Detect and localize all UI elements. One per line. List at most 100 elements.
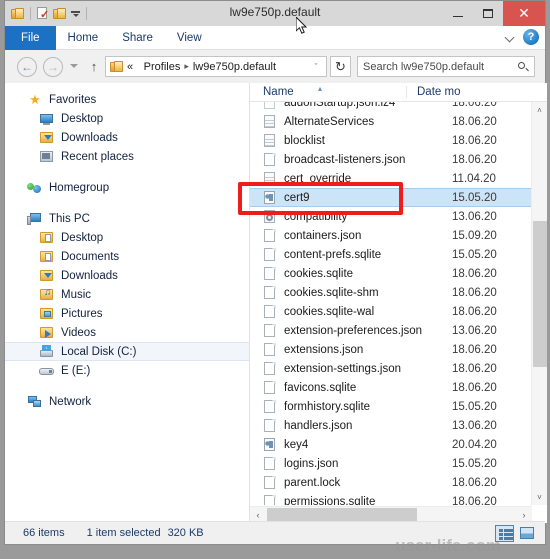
refresh-button[interactable]: ↻ <box>330 56 351 77</box>
table-row[interactable]: cookies.sqlite-wal 18.06.20 <box>250 302 531 321</box>
table-row-selected[interactable]: cert9 15.05.20 <box>250 188 531 207</box>
blank-file-icon <box>263 361 277 376</box>
sidebar-item-this-pc[interactable]: This PC <box>5 209 249 228</box>
table-row[interactable]: content-prefs.sqlite 15.05.20 <box>250 245 531 264</box>
breadcrumb-dropdown-icon[interactable]: ˇ <box>309 62 323 72</box>
tab-file[interactable]: File <box>5 26 56 50</box>
sidebar-item-network[interactable]: Network <box>5 392 249 411</box>
properties-icon[interactable]: ✓ <box>36 7 50 21</box>
address-bar[interactable]: « Profiles ▸ lw9e750p.default ˇ <box>105 56 327 77</box>
navigation-bar: ← → ↑ « Profiles ▸ lw9e750p.default ˇ ↻ … <box>5 50 545 83</box>
details-view-button[interactable] <box>495 525 514 542</box>
table-row[interactable]: permissions.sqlite 18.06.20 <box>250 492 531 505</box>
search-input[interactable]: Search lw9e750p.default <box>363 61 517 73</box>
table-row[interactable]: blocklist 18.06.20 <box>250 131 531 150</box>
blank-file-icon <box>263 304 277 319</box>
scroll-up-icon[interactable]: ˄ <box>532 102 547 118</box>
file-date: 18.06.20 <box>452 343 497 356</box>
file-date: 18.06.20 <box>452 102 497 109</box>
close-button[interactable]: ✕ <box>503 1 545 26</box>
column-header-date-modified[interactable]: Date mo <box>406 86 547 98</box>
tab-view[interactable]: View <box>165 26 214 50</box>
table-row[interactable]: broadcast-listeners.json 18.06.20 <box>250 150 531 169</box>
file-date: 15.05.20 <box>452 457 497 470</box>
sidebar-item-pictures[interactable]: Pictures <box>5 304 249 323</box>
file-name: cookies.sqlite-wal <box>284 305 375 318</box>
table-row[interactable]: extensions.json 18.06.20 <box>250 340 531 359</box>
minimize-button[interactable] <box>443 1 473 26</box>
sidebar-item-local-disk-c[interactable]: Local Disk (C:) <box>5 342 249 361</box>
table-row[interactable]: extension-preferences.json 13.06.20 <box>250 321 531 340</box>
file-name: cert9 <box>284 191 310 204</box>
table-row[interactable]: parent.lock 18.06.20 <box>250 473 531 492</box>
table-row[interactable]: favicons.sqlite 18.06.20 <box>250 378 531 397</box>
customize-quick-access-icon[interactable] <box>70 8 81 19</box>
file-explorer-window: ✓ lw9e750p.default ✕ File Home Share Vie… <box>4 0 547 545</box>
sidebar-label-desktop-fav: Desktop <box>61 112 104 125</box>
table-row[interactable]: formhistory.sqlite 15.05.20 <box>250 397 531 416</box>
sidebar-item-downloads-fav[interactable]: Downloads <box>5 128 249 147</box>
sidebar-item-recent-places[interactable]: Recent places <box>5 147 249 166</box>
column-header-date-label: Date mo <box>417 86 461 98</box>
details-view-glyph-d <box>504 533 513 536</box>
details-view-glyph-b <box>504 529 513 532</box>
blank-file-icon <box>263 380 277 395</box>
horizontal-scrollbar-thumb[interactable] <box>267 508 417 522</box>
recent-locations-icon[interactable] <box>69 62 79 72</box>
file-name: extensions.json <box>284 343 364 356</box>
table-row[interactable]: addonStartup.json.lz4 18.06.20 <box>250 102 531 112</box>
file-name: extension-settings.json <box>284 362 401 375</box>
vertical-scrollbar-thumb[interactable] <box>533 221 547 367</box>
table-row[interactable]: key4 20.04.20 <box>250 435 531 454</box>
sidebar-item-homegroup[interactable]: Homegroup <box>5 178 249 197</box>
refresh-icon: ↻ <box>335 58 346 74</box>
table-row[interactable]: extension-settings.json 18.06.20 <box>250 359 531 378</box>
file-name: broadcast-listeners.json <box>284 153 406 166</box>
breadcrumb-item-current[interactable]: lw9e750p.default <box>193 61 276 73</box>
large-icons-view-button[interactable] <box>518 525 537 542</box>
up-button[interactable]: ↑ <box>87 59 101 74</box>
tab-home[interactable]: Home <box>56 26 111 50</box>
tab-share[interactable]: Share <box>110 26 165 50</box>
table-row[interactable]: compatibility 13.06.20 <box>250 207 531 226</box>
sidebar-item-desktop-fav[interactable]: Desktop <box>5 109 249 128</box>
table-row[interactable]: handlers.json 13.06.20 <box>250 416 531 435</box>
help-icon[interactable]: ? <box>523 29 539 45</box>
documents-folder-icon <box>39 250 55 264</box>
column-header-name[interactable]: Name ▴ <box>250 84 406 98</box>
table-row[interactable]: AlternateServices 18.06.20 <box>250 112 531 131</box>
sidebar-item-favorites[interactable]: ★ Favorites <box>5 90 249 109</box>
file-name: compatibility <box>284 210 348 223</box>
sidebar-item-drive-e[interactable]: E (E:) <box>5 361 249 380</box>
file-date: 13.06.20 <box>452 324 497 337</box>
table-row[interactable]: containers.json 15.09.20 <box>250 226 531 245</box>
navigation-pane[interactable]: ★ Favorites Desktop Downloads Recent pla… <box>5 83 249 523</box>
quick-access-toolbar: ✓ <box>11 4 89 23</box>
table-row[interactable]: cert_override 11.04.20 <box>250 169 531 188</box>
forward-button[interactable]: → <box>43 57 63 77</box>
file-date: 18.06.20 <box>452 476 497 489</box>
table-row[interactable]: cookies.sqlite 18.06.20 <box>250 264 531 283</box>
table-row[interactable]: cookies.sqlite-shm 18.06.20 <box>250 283 531 302</box>
sidebar-item-videos[interactable]: Videos <box>5 323 249 342</box>
expand-ribbon-icon[interactable] <box>504 31 516 43</box>
vertical-scrollbar[interactable]: ˄ ˅ <box>531 102 547 505</box>
new-folder-icon[interactable] <box>53 7 67 20</box>
file-name: key4 <box>284 438 309 451</box>
ribbon-right-controls: ? <box>504 29 539 45</box>
file-name: formhistory.sqlite <box>284 400 371 413</box>
text-file-icon <box>263 171 277 186</box>
text-file-icon <box>263 133 277 148</box>
sidebar-item-music[interactable]: Music <box>5 285 249 304</box>
table-row[interactable]: logins.json 15.05.20 <box>250 454 531 473</box>
sidebar-item-downloads[interactable]: Downloads <box>5 266 249 285</box>
scroll-down-icon[interactable]: ˅ <box>532 489 547 505</box>
folder-icon[interactable] <box>11 7 25 20</box>
sidebar-item-desktop[interactable]: Desktop <box>5 228 249 247</box>
sidebar-label-downloads: Downloads <box>61 269 118 282</box>
breadcrumb-item-profiles[interactable]: Profiles <box>144 61 181 73</box>
back-button[interactable]: ← <box>17 57 37 77</box>
search-box[interactable]: Search lw9e750p.default <box>357 56 535 77</box>
sidebar-item-documents[interactable]: Documents <box>5 247 249 266</box>
maximize-button[interactable] <box>473 1 503 26</box>
